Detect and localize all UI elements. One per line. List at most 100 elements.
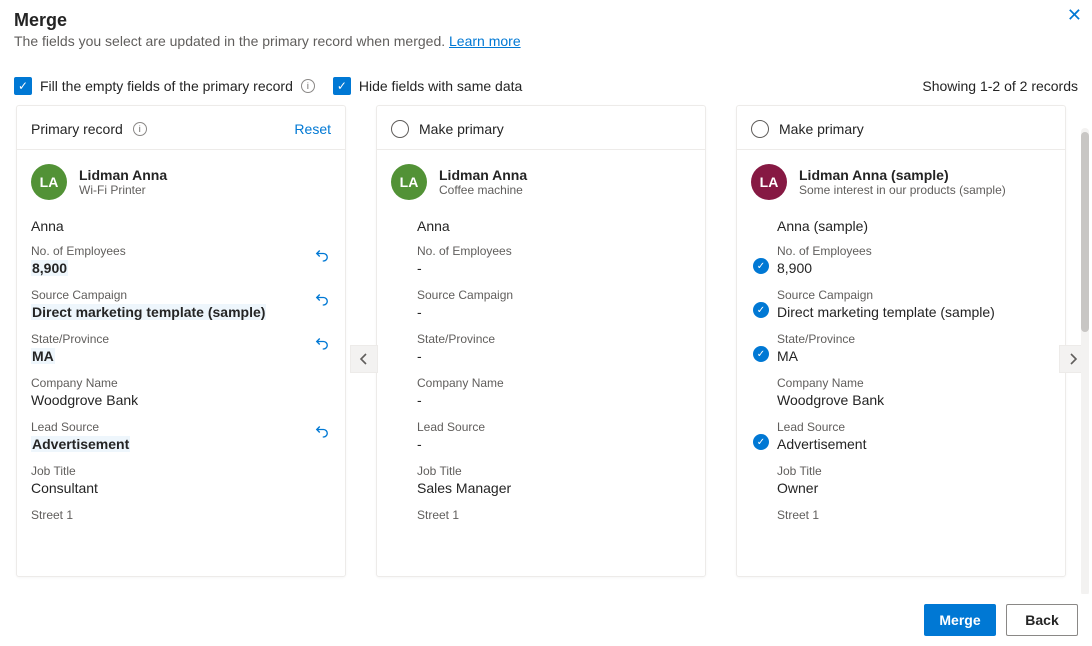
undo-icon[interactable] bbox=[313, 246, 331, 264]
hide-same-label: Hide fields with same data bbox=[359, 78, 522, 94]
field-street1[interactable]: Street 1 bbox=[31, 508, 331, 522]
record-card-primary: Primary record i Reset LA Lidman Anna Wi… bbox=[16, 105, 346, 577]
field-label: Job Title bbox=[777, 464, 1051, 478]
field-street1[interactable]: Street 1 bbox=[777, 508, 1051, 522]
field-value: - bbox=[417, 436, 422, 452]
avatar: LA bbox=[391, 164, 427, 200]
field-job-title[interactable]: Job Title Consultant bbox=[31, 464, 331, 496]
field-value: Owner bbox=[777, 480, 818, 496]
avatar: LA bbox=[751, 164, 787, 200]
field-value: Woodgrove Bank bbox=[31, 392, 138, 408]
record-name: Lidman Anna bbox=[79, 167, 167, 183]
merge-button[interactable]: Merge bbox=[924, 604, 996, 636]
record-name: Lidman Anna bbox=[439, 167, 527, 183]
info-icon[interactable]: i bbox=[301, 79, 315, 93]
field-value: MA bbox=[777, 348, 798, 364]
field-street1[interactable]: Street 1 bbox=[417, 508, 691, 522]
field-label: State/Province bbox=[31, 332, 331, 346]
field-job-title[interactable]: Job Title Sales Manager bbox=[417, 464, 691, 496]
dialog-title: Merge bbox=[14, 10, 1078, 31]
field-value: - bbox=[417, 260, 422, 276]
undo-icon[interactable] bbox=[313, 422, 331, 440]
field-label: Lead Source bbox=[31, 420, 331, 434]
field-label: Street 1 bbox=[777, 508, 1051, 522]
field-label: No. of Employees bbox=[417, 244, 691, 258]
field-label: Company Name bbox=[31, 376, 331, 390]
chevron-right-icon bbox=[1067, 353, 1079, 365]
field-lead-source[interactable]: ✓ Lead Source Advertisement bbox=[777, 420, 1051, 452]
topic-value: Anna bbox=[31, 218, 331, 234]
selected-check-icon: ✓ bbox=[753, 346, 769, 362]
info-icon[interactable]: i bbox=[133, 122, 147, 136]
record-subtitle: Wi-Fi Printer bbox=[79, 183, 167, 197]
selected-check-icon: ✓ bbox=[753, 258, 769, 274]
field-value: Consultant bbox=[31, 480, 98, 496]
record-subtitle: Coffee machine bbox=[439, 183, 527, 197]
field-value: Woodgrove Bank bbox=[777, 392, 884, 408]
field-label: Source Campaign bbox=[417, 288, 691, 302]
field-job-title[interactable]: Job Title Owner bbox=[777, 464, 1051, 496]
carousel-prev-button[interactable] bbox=[350, 345, 378, 373]
primary-record-label: Primary record bbox=[31, 121, 123, 137]
make-primary-radio[interactable] bbox=[751, 120, 769, 138]
fill-empty-checkbox[interactable]: ✓ bbox=[14, 77, 32, 95]
undo-icon[interactable] bbox=[313, 334, 331, 352]
record-name: Lidman Anna (sample) bbox=[799, 167, 1006, 183]
field-value: Sales Manager bbox=[417, 480, 511, 496]
field-company[interactable]: Company Name Woodgrove Bank bbox=[777, 376, 1051, 408]
field-company[interactable]: Company Name Woodgrove Bank bbox=[31, 376, 331, 408]
field-source-campaign[interactable]: Source Campaign Direct marketing templat… bbox=[31, 288, 331, 320]
showing-count: Showing 1-2 of 2 records bbox=[922, 78, 1078, 94]
field-label: No. of Employees bbox=[777, 244, 1051, 258]
field-label: Source Campaign bbox=[777, 288, 1051, 302]
field-no-employees[interactable]: No. of Employees 8,900 bbox=[31, 244, 331, 276]
topic-value: Anna bbox=[417, 218, 691, 234]
field-value: MA bbox=[31, 348, 55, 364]
reset-link[interactable]: Reset bbox=[294, 121, 331, 137]
field-company[interactable]: Company Name - bbox=[417, 376, 691, 408]
vertical-scrollbar[interactable] bbox=[1081, 128, 1089, 596]
field-value: 8,900 bbox=[31, 260, 68, 276]
learn-more-link[interactable]: Learn more bbox=[449, 33, 521, 49]
field-value: Direct marketing template (sample) bbox=[777, 304, 995, 320]
subtitle-text: The fields you select are updated in the… bbox=[14, 33, 449, 49]
fill-empty-label: Fill the empty fields of the primary rec… bbox=[40, 78, 293, 94]
field-lead-source[interactable]: Lead Source Advertisement bbox=[31, 420, 331, 452]
field-label: Lead Source bbox=[417, 420, 691, 434]
field-value: - bbox=[417, 392, 422, 408]
field-label: Street 1 bbox=[417, 508, 691, 522]
record-subtitle: Some interest in our products (sample) bbox=[799, 183, 1006, 197]
dialog-subtitle: The fields you select are updated in the… bbox=[14, 33, 1078, 49]
field-no-employees[interactable]: ✓ No. of Employees 8,900 bbox=[777, 244, 1051, 276]
scrollbar-thumb[interactable] bbox=[1081, 132, 1089, 332]
field-label: State/Province bbox=[777, 332, 1051, 346]
field-label: Lead Source bbox=[777, 420, 1051, 434]
field-source-campaign[interactable]: ✓ Source Campaign Direct marketing templ… bbox=[777, 288, 1051, 320]
field-no-employees[interactable]: No. of Employees - bbox=[417, 244, 691, 276]
selected-check-icon: ✓ bbox=[753, 302, 769, 318]
field-value: - bbox=[417, 304, 422, 320]
field-value: Advertisement bbox=[31, 436, 130, 452]
field-label: Job Title bbox=[417, 464, 691, 478]
record-card: Make primary LA Lidman Anna (sample) Som… bbox=[736, 105, 1066, 577]
field-label: Source Campaign bbox=[31, 288, 331, 302]
back-button[interactable]: Back bbox=[1006, 604, 1078, 636]
field-state[interactable]: ✓ State/Province MA bbox=[777, 332, 1051, 364]
topic-value: Anna (sample) bbox=[777, 218, 1051, 234]
make-primary-radio[interactable] bbox=[391, 120, 409, 138]
field-label: State/Province bbox=[417, 332, 691, 346]
field-lead-source[interactable]: Lead Source - bbox=[417, 420, 691, 452]
make-primary-label: Make primary bbox=[779, 121, 864, 137]
chevron-left-icon bbox=[358, 353, 370, 365]
avatar: LA bbox=[31, 164, 67, 200]
field-state[interactable]: State/Province MA bbox=[31, 332, 331, 364]
field-label: Job Title bbox=[31, 464, 331, 478]
field-state[interactable]: State/Province - bbox=[417, 332, 691, 364]
close-icon[interactable]: ✕ bbox=[1067, 6, 1082, 24]
field-value: Direct marketing template (sample) bbox=[31, 304, 266, 320]
undo-icon[interactable] bbox=[313, 290, 331, 308]
hide-same-checkbox[interactable]: ✓ bbox=[333, 77, 351, 95]
field-source-campaign[interactable]: Source Campaign - bbox=[417, 288, 691, 320]
record-card: Make primary LA Lidman Anna Coffee machi… bbox=[376, 105, 706, 577]
selected-check-icon: ✓ bbox=[753, 434, 769, 450]
